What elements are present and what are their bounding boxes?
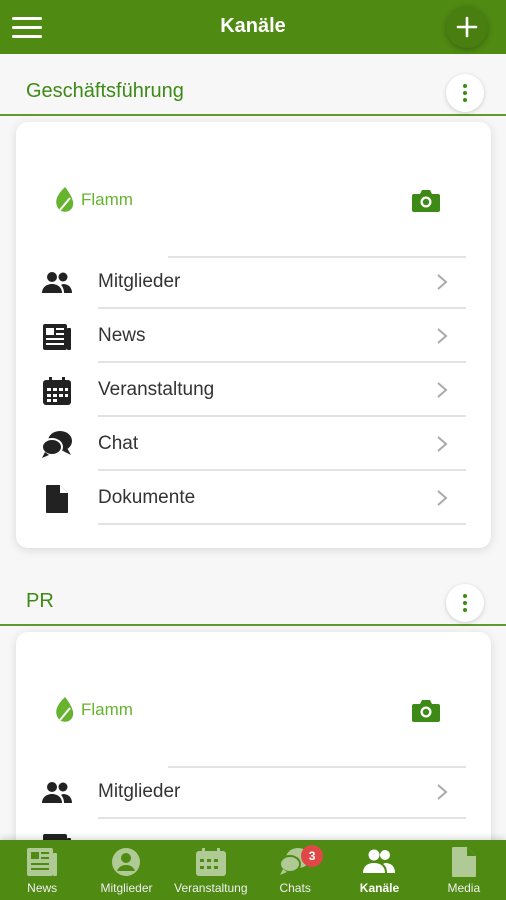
more-vertical-icon [463, 594, 467, 598]
channel-card: Flamm Mitglieder News Veranstaltung Chat… [16, 122, 491, 548]
nav-label: Veranstaltung [174, 881, 248, 895]
app-screen: Kanäle Geschäftsführung Flamm Mitglieder… [0, 0, 506, 900]
flamm-logo: Flamm [52, 696, 133, 724]
channel-item-mitglieder[interactable]: Mitglieder [16, 765, 491, 819]
nav-item-news[interactable]: News [0, 840, 84, 900]
channel-title: PR [26, 590, 54, 612]
divider [98, 523, 466, 525]
chevron-right-icon [437, 784, 448, 800]
dot [463, 98, 467, 102]
more-vertical-icon [463, 84, 467, 88]
channel-item-label: Mitglieder [98, 781, 181, 802]
nav-item-mitglieder[interactable]: Mitglieder [84, 840, 168, 900]
channel-item-label: Veranstaltung [98, 379, 215, 400]
members-icon [41, 778, 73, 808]
channel-title: Geschäftsführung [26, 80, 184, 102]
unread-badge: 3 [301, 845, 324, 867]
channel-header: PR [0, 564, 506, 626]
nav-label: News [27, 881, 58, 895]
camera-icon[interactable] [411, 698, 441, 724]
calendar-icon [41, 376, 73, 406]
document-icon [447, 846, 481, 878]
channel-item-news[interactable]: News [16, 309, 491, 363]
camera-icon[interactable] [411, 188, 441, 214]
channel-options-button[interactable] [446, 74, 484, 112]
channel-header: Geschäftsführung [0, 54, 506, 116]
logo-text: Flamm [81, 190, 133, 209]
leaf-icon [56, 697, 74, 722]
nav-label: Mitglieder [100, 881, 153, 895]
channel-item-label: Chat [98, 433, 139, 454]
chevron-right-icon [437, 490, 448, 506]
add-channel-button[interactable] [446, 6, 488, 48]
top-app-bar: Kanäle [0, 0, 506, 54]
chat-icon [41, 430, 73, 460]
nav-item-chats[interactable]: 3 Chats [253, 840, 337, 900]
nav-item-veranstaltung[interactable]: Veranstaltung [169, 840, 253, 900]
calendar-icon [194, 846, 228, 878]
channel-item-mitglieder[interactable]: Mitglieder [16, 255, 491, 309]
channel-item-dokumente[interactable]: Dokumente [16, 471, 491, 525]
group-icon [362, 846, 396, 878]
channel-options-button[interactable] [446, 584, 484, 622]
flamm-logo: Flamm [52, 186, 133, 214]
dot [463, 608, 467, 612]
nav-label: Media [447, 881, 481, 895]
nav-label: Chats [279, 881, 311, 895]
document-icon [41, 484, 73, 514]
chevron-right-icon [437, 382, 448, 398]
bottom-navigation: News Mitglieder Veranstaltung 3 Chats Ka… [0, 840, 506, 900]
chevron-right-icon [437, 328, 448, 344]
dot [463, 91, 467, 95]
channel-item-label: Mitglieder [98, 271, 181, 292]
channel-item-veranstaltung[interactable]: Veranstaltung [16, 363, 491, 417]
nav-item-media[interactable]: Media [422, 840, 506, 900]
leaf-icon [56, 187, 74, 212]
chevron-right-icon [437, 436, 448, 452]
channel-item-label: News [98, 325, 146, 346]
nav-item-kanaele[interactable]: Kanäle [337, 840, 421, 900]
dot [463, 601, 467, 605]
channel-item-chat[interactable]: Chat [16, 417, 491, 471]
logo-text: Flamm [81, 700, 133, 719]
news-icon [25, 846, 59, 878]
plus-icon [456, 16, 478, 38]
page-title: Kanäle [220, 15, 286, 37]
news-icon [41, 322, 73, 352]
chevron-right-icon [437, 274, 448, 290]
members-icon [41, 268, 73, 298]
nav-label: Kanäle [359, 881, 400, 895]
person-icon [109, 846, 143, 878]
channel-item-label: Dokumente [98, 487, 196, 508]
